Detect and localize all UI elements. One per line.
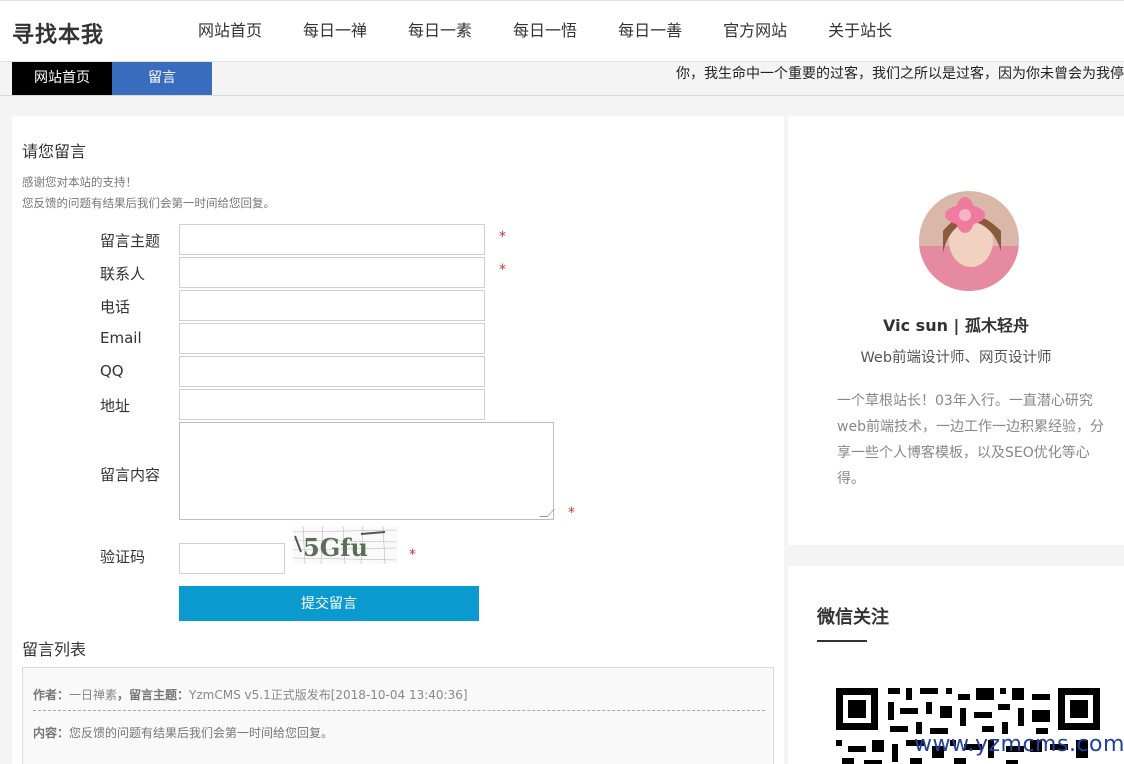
- breadcrumb-bar: 网站首页 留言 你，我生命中一个重要的过客，我们之所以是过客，因为你未曾会为我停: [0, 62, 1124, 96]
- content-textarea[interactable]: [179, 422, 555, 520]
- content-label: 留言内容: [100, 466, 161, 484]
- message-content-text: 您反馈的问题有结果后我们会第一时间给您回复。: [69, 726, 334, 740]
- message-time: [2018-10-04 13:40:36]: [330, 688, 468, 702]
- qq-label: QQ: [100, 362, 124, 380]
- nav-home[interactable]: 网站首页: [178, 1, 282, 61]
- address-label: 地址: [100, 397, 131, 415]
- nav-daily-kindness[interactable]: 每日一善: [598, 1, 702, 61]
- title-underline: [817, 640, 867, 642]
- watermark-text: www.yzmcms.com: [914, 732, 1124, 757]
- content-label-inline: 内容：: [33, 726, 70, 740]
- author-name: Vic sun | 孤木轻舟: [883, 316, 1029, 335]
- message-list-title: 留言列表: [22, 640, 87, 659]
- author-bio: 一个草根站长！03年入行。一直潜心研究web前端技术，一边工作一边积累经验，分享…: [837, 393, 1104, 487]
- message-subject: YzmCMS v5.1正式版发布: [189, 688, 331, 702]
- message-content: 内容：您反馈的问题有结果后我们会第一时间给您回复。: [33, 724, 333, 741]
- message-author: 一日禅素: [69, 688, 118, 702]
- wechat-title: 微信关注: [817, 607, 889, 628]
- subject-label-inline: ，留言主题：: [117, 688, 190, 702]
- phone-label: 电话: [100, 298, 131, 316]
- breadcrumb-home[interactable]: 网站首页: [12, 62, 112, 95]
- email-input[interactable]: [179, 323, 485, 354]
- nav-daily-insight[interactable]: 每日一悟: [493, 1, 597, 61]
- contact-input[interactable]: [179, 257, 485, 288]
- nav-official-site[interactable]: 官方网站: [703, 1, 807, 61]
- site-logo[interactable]: 寻找本我: [12, 17, 104, 49]
- captcha-required-mark: *: [409, 547, 416, 563]
- submit-button[interactable]: 提交留言: [179, 586, 479, 621]
- author-card: Vic sun | 孤木轻舟 Web前端设计师、网页设计师 一个草根站长！03年…: [788, 116, 1124, 545]
- intro-line-2: 您反馈的问题有结果后我们会第一时间给您回复。: [22, 196, 275, 210]
- captcha-input[interactable]: [179, 543, 285, 574]
- scrolling-notice: 你，我生命中一个重要的过客，我们之所以是过客，因为你未曾会为我停: [676, 66, 1124, 82]
- email-label: Email: [100, 329, 142, 347]
- form-title: 请您留言: [22, 142, 87, 161]
- subject-required-mark: *: [499, 229, 506, 245]
- nav-daily-vegan[interactable]: 每日一素: [388, 1, 492, 61]
- author-label: 作者：: [33, 688, 70, 702]
- contact-label: 联系人: [100, 265, 146, 283]
- breadcrumb-current[interactable]: 留言: [112, 62, 212, 95]
- message-divider: [33, 710, 765, 711]
- guestbook-panel: 请您留言 感谢您对本站的支持！ 您反馈的问题有结果后我们会第一时间给您回复。 留…: [12, 116, 784, 764]
- author-role: Web前端设计师、网页设计师: [860, 350, 1052, 366]
- message-meta: 作者：一日禅素，留言主题：YzmCMS v5.1正式版发布[2018-10-04…: [33, 686, 468, 703]
- site-header: 寻找本我 网站首页 每日一禅 每日一素 每日一悟 每日一善 官方网站 关于站长: [0, 0, 1124, 62]
- subject-label: 留言主题: [100, 232, 161, 250]
- main-nav: 网站首页 每日一禅 每日一素 每日一悟 每日一善 官方网站 关于站长: [178, 1, 913, 61]
- form-intro: 感谢您对本站的支持！ 您反馈的问题有结果后我们会第一时间给您回复。: [22, 172, 275, 214]
- intro-line-1: 感谢您对本站的支持！: [22, 175, 137, 189]
- nav-daily-zen[interactable]: 每日一禅: [283, 1, 387, 61]
- avatar: [919, 191, 1019, 291]
- captcha-text: 5Gfu: [303, 533, 368, 562]
- captcha-image[interactable]: 5Gfu: [293, 526, 397, 564]
- phone-input[interactable]: [179, 290, 485, 321]
- qq-input[interactable]: [179, 356, 485, 387]
- content-required-mark: *: [568, 505, 575, 521]
- contact-required-mark: *: [499, 262, 506, 278]
- nav-about[interactable]: 关于站长: [808, 1, 912, 61]
- captcha-label: 验证码: [100, 548, 146, 566]
- address-input[interactable]: [179, 389, 485, 420]
- resize-grip-icon[interactable]: [539, 509, 555, 517]
- list-item: 作者：一日禅素，留言主题：YzmCMS v5.1正式版发布[2018-10-04…: [22, 667, 774, 764]
- subject-input[interactable]: [179, 224, 485, 255]
